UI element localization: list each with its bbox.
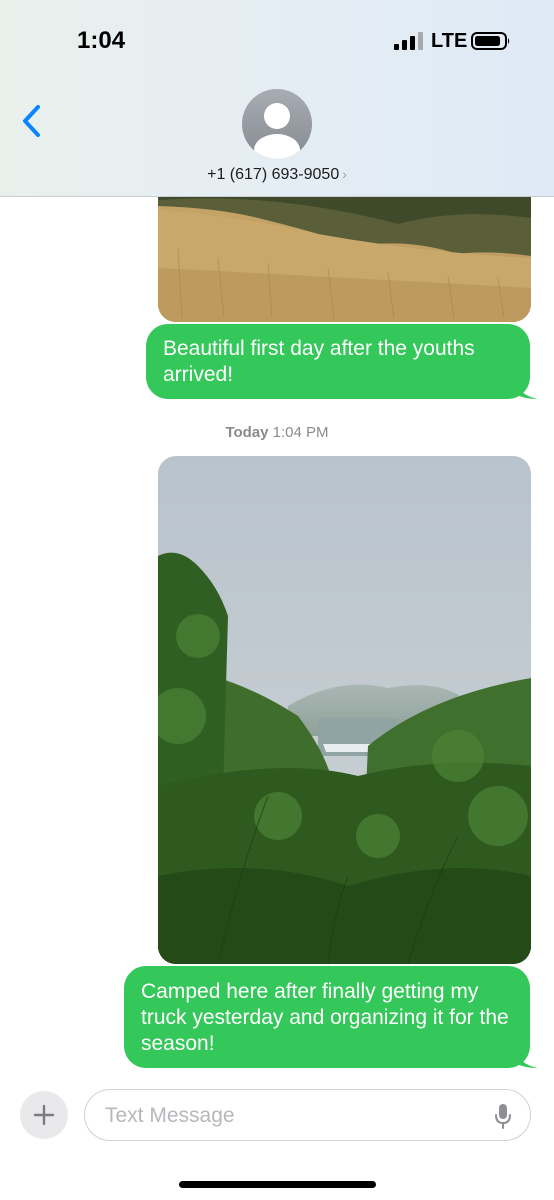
contact-name[interactable]: +1 (617) 693-9050 › [0,166,554,184]
home-indicator[interactable] [179,1181,376,1188]
message-text: Camped here after finally getting my tru… [141,980,509,1055]
chevron-right-icon: › [342,166,347,182]
bubble-tail-icon [514,1048,538,1068]
message-input[interactable] [103,1090,487,1141]
sent-message-bubble[interactable]: Camped here after finally getting my tru… [124,966,538,1068]
timestamp-day: Today [225,424,269,441]
avatar-placeholder-icon[interactable] [241,88,313,160]
image-message-forest-valley[interactable] [158,456,531,964]
sent-message-bubble[interactable]: Beautiful first day after the youths arr… [146,324,538,399]
battery-icon [471,32,510,50]
timestamp: Today 1:04 PM [0,424,554,441]
image-message-grassland[interactable] [158,178,531,322]
apps-plus-button[interactable] [20,1091,68,1139]
message-text: Beautiful first day after the youths arr… [163,337,475,386]
microphone-icon[interactable] [494,1103,512,1129]
network-type: LTE [431,30,468,52]
status-time: 1:04 [77,27,126,54]
conversation-header: 1:04 LTE +1 (617) 693-9050 › [0,0,554,197]
back-chevron-icon[interactable] [20,102,46,140]
cellular-signal-icon [394,32,423,50]
contact-number: +1 (617) 693-9050 [207,166,340,183]
plus-icon [33,1104,55,1126]
bubble-tail-icon [514,379,538,399]
timestamp-time: 1:04 PM [272,424,329,441]
message-input-container[interactable] [84,1089,531,1141]
